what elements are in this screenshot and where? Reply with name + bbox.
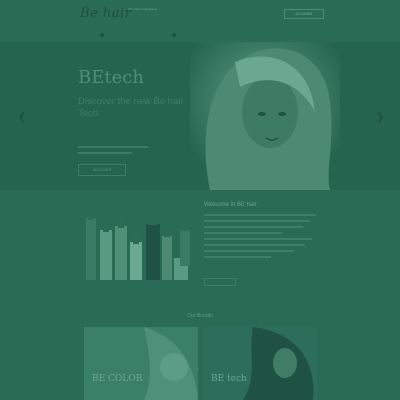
brand-card-image xyxy=(203,327,317,400)
page: Be hair hair care professional ACCOUNT B xyxy=(0,0,400,400)
text-line xyxy=(204,250,294,252)
brand-card-be-color[interactable]: BE COLOR xyxy=(84,327,198,400)
hero-text-line xyxy=(78,146,148,148)
text-line xyxy=(204,244,305,246)
welcome-section: Welcome in BE hair xyxy=(0,190,400,310)
nav-item-2[interactable] xyxy=(172,33,176,37)
account-link[interactable]: ACCOUNT xyxy=(284,9,324,19)
hero-subtitle: Discover the new Be hair Tech xyxy=(78,96,184,119)
tagline: hair care professional xyxy=(128,7,157,11)
text-line xyxy=(204,256,272,258)
text-line xyxy=(204,220,311,222)
text-line xyxy=(204,232,283,234)
site-header: Be hair hair care professional ACCOUNT xyxy=(0,0,400,42)
nav-item-1[interactable] xyxy=(100,33,104,37)
hero-slider: BEtech Discover the new Be hair Tech DIS… xyxy=(0,42,400,190)
welcome-title: Welcome in BE hair xyxy=(204,202,257,208)
hero-portrait-image xyxy=(190,42,340,190)
brands-title: Our Brands xyxy=(187,313,213,319)
hero-cta-button[interactable]: DISCOVER xyxy=(78,164,126,176)
text-line xyxy=(204,214,316,216)
chevron-left-icon[interactable]: ❮ xyxy=(18,112,26,123)
text-line xyxy=(204,238,312,240)
brand-label: BE COLOR xyxy=(92,374,143,384)
product-lineup-image xyxy=(86,212,190,280)
hero-text-line xyxy=(78,152,132,154)
logo[interactable]: Be hair xyxy=(80,6,131,21)
read-more-button[interactable] xyxy=(204,278,236,286)
brand-label: BE tech xyxy=(211,374,247,384)
brand-card-image xyxy=(84,327,198,400)
chevron-right-icon[interactable]: ❯ xyxy=(376,112,384,123)
hero-title: BEtech xyxy=(78,67,144,88)
brand-card-be-tech[interactable]: BE tech xyxy=(203,327,317,400)
text-line xyxy=(204,226,303,228)
main-nav xyxy=(80,33,320,39)
welcome-text xyxy=(204,214,316,262)
